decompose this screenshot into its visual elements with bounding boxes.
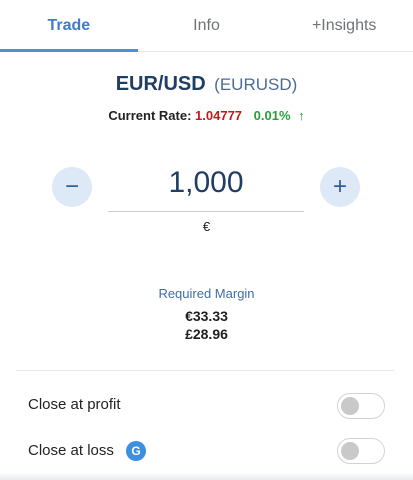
instrument-pair: EUR/USD xyxy=(115,73,206,95)
current-rate-label: Current Rate: xyxy=(108,108,192,123)
increase-amount-button[interactable]: + xyxy=(320,167,360,207)
required-margin-gbp: £28.96 xyxy=(185,326,228,342)
close-at-profit-toggle[interactable] xyxy=(337,393,385,419)
toggle-knob xyxy=(341,442,359,460)
tab-bar: Trade Info +Insights xyxy=(0,0,413,52)
guaranteed-stop-badge-icon[interactable]: G xyxy=(126,441,146,461)
required-margin-eur: €33.33 xyxy=(185,308,228,324)
tab-insights[interactable]: +Insights xyxy=(275,0,413,51)
current-rate: Current Rate: 1.04777 0.01% ↑ xyxy=(0,108,413,123)
required-margin-label: Required Margin xyxy=(158,286,255,301)
amount-currency: € xyxy=(202,219,211,234)
arrow-up-icon: ↑ xyxy=(298,108,305,123)
bottom-edge xyxy=(0,472,413,480)
tab-trade[interactable]: Trade xyxy=(0,0,138,52)
close-at-loss-toggle[interactable] xyxy=(337,438,385,464)
amount-input[interactable]: 1,000 xyxy=(108,166,304,212)
toggle-knob xyxy=(341,397,359,415)
current-rate-value: 1.04777 xyxy=(195,108,243,123)
close-at-loss-label: Close at loss xyxy=(28,442,114,459)
rate-change: 0.01% xyxy=(253,108,291,123)
divider xyxy=(16,370,394,371)
close-at-profit-label: Close at profit xyxy=(28,396,121,413)
instrument-code: (EURUSD) xyxy=(214,75,298,94)
decrease-amount-button[interactable]: − xyxy=(52,167,92,207)
tab-info[interactable]: Info xyxy=(138,0,276,51)
instrument-title: EUR/USD (EURUSD) xyxy=(0,73,413,96)
